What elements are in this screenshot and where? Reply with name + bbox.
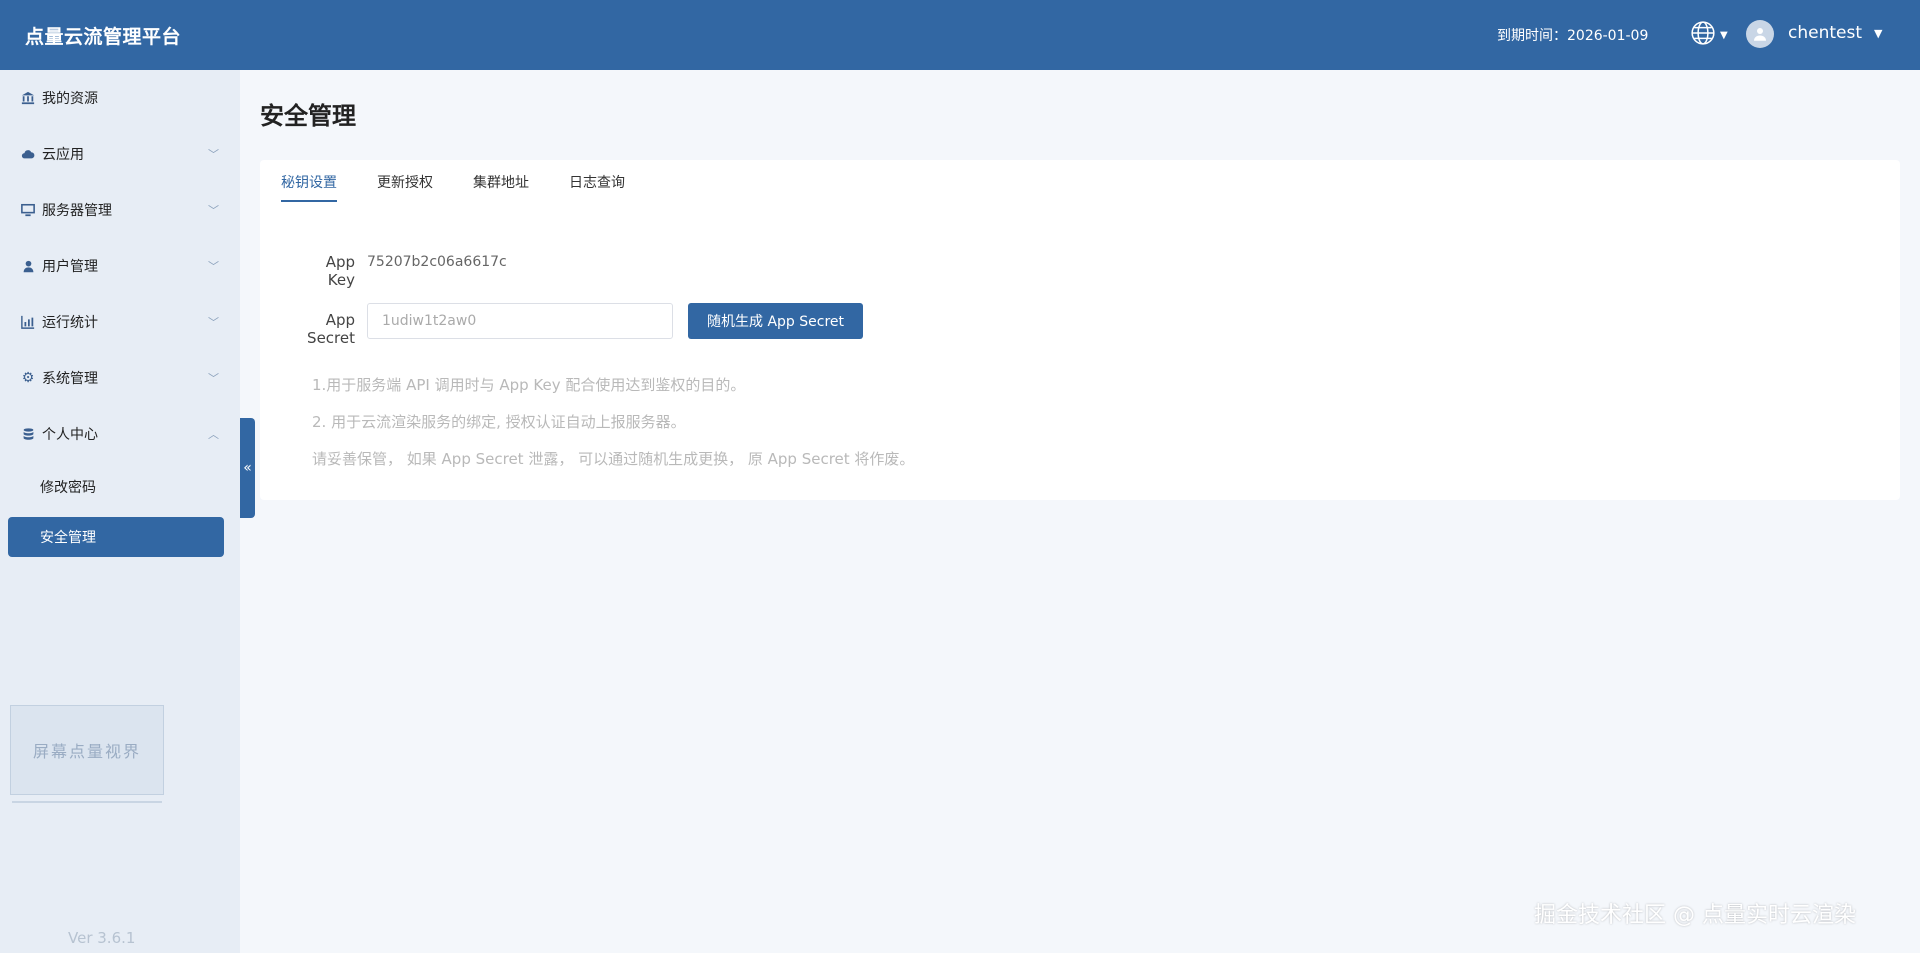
username: chentest [1788, 23, 1863, 43]
expire-date: 到期时间：2026-01-09 [1497, 28, 1649, 44]
promo-text: 屏幕点量视界 [32, 742, 141, 761]
sidebar-item-run-statistics[interactable]: 运行统计 ﹀ [0, 302, 240, 342]
sidebar-item-label: 个人中心 [42, 427, 98, 443]
sidebar-item-personal-center[interactable]: 个人中心 ︿ [0, 414, 240, 454]
security-card: 秘钥设置 更新授权 集群地址 日志查询 App Key 75207b2c06a6… [260, 160, 1900, 500]
top-header: 点量云流管理平台 到期时间：2026-01-09 ▼ chentest ▼ [0, 0, 1920, 70]
caret-down-icon: ▼ [1874, 26, 1883, 40]
tab-cluster-address[interactable]: 集群地址 [473, 172, 529, 200]
sidebar-item-label: 运行统计 [42, 315, 98, 331]
app-key-label: App Key [325, 253, 355, 289]
tab-key-settings[interactable]: 秘钥设置 [281, 172, 337, 202]
bank-icon [20, 90, 36, 106]
note-line-1: 1.用于服务端 API 调用时与 App Key 配合使用达到鉴权的目的。 [312, 376, 746, 394]
chevron-down-icon: ﹀ [208, 372, 219, 385]
promo-stand [12, 797, 162, 803]
app-secret-label: App Secret [307, 311, 355, 347]
chevron-down-icon: ﹀ [208, 204, 219, 217]
page-title: 安全管理 [260, 102, 356, 130]
sidebar-item-label: 云应用 [42, 147, 84, 163]
database-icon [20, 426, 36, 442]
gear-icon: ⚙ [21, 370, 35, 386]
chevron-up-icon: ︿ [208, 428, 219, 441]
sidebar-subitem-change-password[interactable]: 修改密码 [40, 477, 96, 497]
globe-icon [1690, 20, 1716, 50]
chevron-down-icon: ﹀ [208, 316, 219, 329]
note-line-3: 请妥善保管， 如果 App Secret 泄露， 可以通过随机生成更换， 原 A… [312, 450, 915, 468]
sidebar-item-server-management[interactable]: 服务器管理 ﹀ [0, 190, 240, 230]
avatar[interactable] [1746, 20, 1774, 48]
tab-log-query[interactable]: 日志查询 [569, 172, 625, 200]
user-avatar-icon [1754, 28, 1766, 41]
app-secret-field[interactable] [367, 303, 673, 339]
cloud-icon [20, 146, 36, 162]
promo-banner: 屏幕点量视界 [10, 705, 164, 795]
sidebar-item-my-resources[interactable]: 我的资源 [0, 78, 240, 118]
sidebar-collapse-button[interactable]: « [240, 418, 255, 518]
app-key-value: 75207b2c06a6617c [367, 254, 507, 270]
sidebar-subitem-security-management[interactable]: 安全管理 [8, 517, 224, 557]
sidebar-item-label: 服务器管理 [42, 203, 112, 219]
caret-down-icon: ▼ [1720, 29, 1728, 41]
sidebar-item-label: 用户管理 [42, 259, 98, 275]
double-chevron-left-icon: « [243, 460, 252, 476]
sidebar-subitem-label: 安全管理 [40, 530, 96, 546]
user-menu[interactable]: chentest ▼ [1788, 23, 1882, 43]
brand-title: 点量云流管理平台 [25, 26, 182, 48]
version-label: Ver 3.6.1 [68, 929, 136, 947]
sidebar-item-label: 我的资源 [42, 91, 98, 107]
sidebar: 我的资源 云应用 ﹀ 服务器管理 ﹀ 用户管理 ﹀ 运行统计 ﹀ ⚙ 系统管理 … [0, 70, 240, 953]
monitor-icon [20, 202, 36, 218]
sidebar-item-cloud-apps[interactable]: 云应用 ﹀ [0, 134, 240, 174]
note-line-2: 2. 用于云流渲染服务的绑定, 授权认证自动上报服务器。 [312, 413, 686, 431]
sidebar-item-label: 系统管理 [42, 371, 98, 387]
watermark: 掘金技术社区 @ 点量实时云渲染 [1534, 903, 1856, 928]
generate-secret-button[interactable]: 随机生成 App Secret [688, 303, 863, 339]
language-switch[interactable]: ▼ [1690, 21, 1730, 49]
chevron-down-icon: ﹀ [208, 260, 219, 273]
sidebar-item-user-management[interactable]: 用户管理 ﹀ [0, 246, 240, 286]
chevron-down-icon: ﹀ [208, 148, 219, 161]
sidebar-item-system-management[interactable]: ⚙ 系统管理 ﹀ [0, 358, 240, 398]
user-icon [20, 258, 36, 274]
tab-update-license[interactable]: 更新授权 [377, 172, 433, 200]
bar-chart-icon [20, 314, 36, 330]
